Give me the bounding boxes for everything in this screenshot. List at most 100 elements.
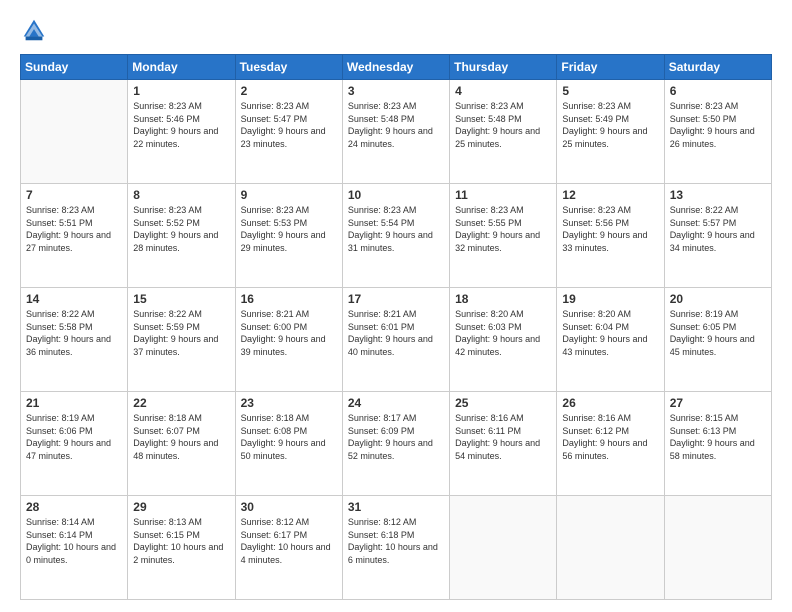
day-info: Sunrise: 8:12 AMSunset: 6:17 PMDaylight:… bbox=[241, 516, 337, 566]
calendar-week-row: 21 Sunrise: 8:19 AMSunset: 6:06 PMDayligh… bbox=[21, 392, 772, 496]
calendar-cell: 18Sunrise: 8:20 AMSunset: 6:03 PMDayligh… bbox=[450, 288, 557, 392]
day-number: 30 bbox=[241, 500, 337, 514]
day-info: Sunrise: 8:13 AMSunset: 6:15 PMDaylight:… bbox=[133, 516, 229, 566]
page: SundayMondayTuesdayWednesdayThursdayFrid… bbox=[0, 0, 792, 612]
calendar-cell: 5 Sunrise: 8:23 AMSunset: 5:49 PMDaylight… bbox=[557, 80, 664, 184]
day-info: Sunrise: 8:12 AMSunset: 6:18 PMDaylight:… bbox=[348, 516, 444, 566]
day-number: 27 bbox=[670, 396, 766, 410]
day-number: 9 bbox=[241, 188, 337, 202]
calendar-cell: 15 Sunrise: 8:22 AMSunset: 5:59 PMDayligh… bbox=[128, 288, 235, 392]
weekday-header-thursday: Thursday bbox=[450, 55, 557, 80]
calendar-cell bbox=[450, 496, 557, 600]
calendar-cell: 10 Sunrise: 8:23 AMSunset: 5:54 PMDayligh… bbox=[342, 184, 449, 288]
day-number: 14 bbox=[26, 292, 122, 306]
day-info: Sunrise: 8:21 AMSunset: 6:00 PMDaylight:… bbox=[241, 308, 337, 358]
calendar-cell: 27 Sunrise: 8:15 AMSunset: 6:13 PMDayligh… bbox=[664, 392, 771, 496]
calendar-cell: 1Sunrise: 8:23 AMSunset: 5:46 PMDaylight… bbox=[128, 80, 235, 184]
day-info: Sunrise: 8:23 AMSunset: 5:56 PMDaylight:… bbox=[562, 204, 658, 254]
day-info: Sunrise: 8:23 AMSunset: 5:50 PMDaylight:… bbox=[670, 100, 766, 150]
day-number: 22 bbox=[133, 396, 229, 410]
calendar-week-row: 28 Sunrise: 8:14 AMSunset: 6:14 PMDayligh… bbox=[21, 496, 772, 600]
calendar-cell: 11 Sunrise: 8:23 AMSunset: 5:55 PMDayligh… bbox=[450, 184, 557, 288]
day-number: 16 bbox=[241, 292, 337, 306]
calendar-cell: 20 Sunrise: 8:19 AMSunset: 6:05 PMDayligh… bbox=[664, 288, 771, 392]
calendar-cell: 24 Sunrise: 8:17 AMSunset: 6:09 PMDayligh… bbox=[342, 392, 449, 496]
day-info: Sunrise: 8:22 AMSunset: 5:59 PMDaylight:… bbox=[133, 308, 229, 358]
day-info: Sunrise: 8:16 AMSunset: 6:11 PMDaylight:… bbox=[455, 412, 551, 462]
day-info: Sunrise: 8:23 AMSunset: 5:49 PMDaylight:… bbox=[562, 100, 658, 150]
day-info: Sunrise: 8:23 AMSunset: 5:52 PMDaylight:… bbox=[133, 204, 229, 254]
day-number: 13 bbox=[670, 188, 766, 202]
day-number: 23 bbox=[241, 396, 337, 410]
day-info: Sunrise: 8:18 AMSunset: 6:08 PMDaylight:… bbox=[241, 412, 337, 462]
calendar-cell bbox=[557, 496, 664, 600]
day-info: Sunrise: 8:14 AMSunset: 6:14 PMDaylight:… bbox=[26, 516, 122, 566]
day-info: Sunrise: 8:19 AMSunset: 6:05 PMDaylight:… bbox=[670, 308, 766, 358]
day-number: 2 bbox=[241, 84, 337, 98]
logo-icon bbox=[20, 16, 48, 44]
calendar-week-row: 1Sunrise: 8:23 AMSunset: 5:46 PMDaylight… bbox=[21, 80, 772, 184]
day-number: 21 bbox=[26, 396, 122, 410]
day-number: 29 bbox=[133, 500, 229, 514]
calendar-cell: 19Sunrise: 8:20 AMSunset: 6:04 PMDayligh… bbox=[557, 288, 664, 392]
day-number: 11 bbox=[455, 188, 551, 202]
day-number: 7 bbox=[26, 188, 122, 202]
day-info: Sunrise: 8:22 AMSunset: 5:57 PMDaylight:… bbox=[670, 204, 766, 254]
calendar-cell: 14 Sunrise: 8:22 AMSunset: 5:58 PMDayligh… bbox=[21, 288, 128, 392]
day-number: 12 bbox=[562, 188, 658, 202]
day-info: Sunrise: 8:23 AMSunset: 5:55 PMDaylight:… bbox=[455, 204, 551, 254]
calendar-cell: 23 Sunrise: 8:18 AMSunset: 6:08 PMDayligh… bbox=[235, 392, 342, 496]
calendar-cell: 9 Sunrise: 8:23 AMSunset: 5:53 PMDaylight… bbox=[235, 184, 342, 288]
calendar-cell: 30 Sunrise: 8:12 AMSunset: 6:17 PMDayligh… bbox=[235, 496, 342, 600]
calendar-cell bbox=[21, 80, 128, 184]
calendar-cell: 4 Sunrise: 8:23 AMSunset: 5:48 PMDaylight… bbox=[450, 80, 557, 184]
calendar-cell: 31 Sunrise: 8:12 AMSunset: 6:18 PMDayligh… bbox=[342, 496, 449, 600]
calendar-cell: 8Sunrise: 8:23 AMSunset: 5:52 PMDaylight… bbox=[128, 184, 235, 288]
weekday-header-row: SundayMondayTuesdayWednesdayThursdayFrid… bbox=[21, 55, 772, 80]
day-info: Sunrise: 8:17 AMSunset: 6:09 PMDaylight:… bbox=[348, 412, 444, 462]
day-info: Sunrise: 8:23 AMSunset: 5:53 PMDaylight:… bbox=[241, 204, 337, 254]
day-info: Sunrise: 8:18 AMSunset: 6:07 PMDaylight:… bbox=[133, 412, 229, 462]
day-number: 10 bbox=[348, 188, 444, 202]
day-info: Sunrise: 8:21 AMSunset: 6:01 PMDaylight:… bbox=[348, 308, 444, 358]
day-info: Sunrise: 8:23 AMSunset: 5:54 PMDaylight:… bbox=[348, 204, 444, 254]
calendar-cell: 22 Sunrise: 8:18 AMSunset: 6:07 PMDayligh… bbox=[128, 392, 235, 496]
day-info: Sunrise: 8:23 AMSunset: 5:48 PMDaylight:… bbox=[348, 100, 444, 150]
calendar-table: SundayMondayTuesdayWednesdayThursdayFrid… bbox=[20, 54, 772, 600]
day-number: 31 bbox=[348, 500, 444, 514]
day-info: Sunrise: 8:23 AMSunset: 5:47 PMDaylight:… bbox=[241, 100, 337, 150]
calendar-cell bbox=[664, 496, 771, 600]
logo bbox=[20, 16, 52, 44]
calendar-cell: 3Sunrise: 8:23 AMSunset: 5:48 PMDaylight… bbox=[342, 80, 449, 184]
day-number: 6 bbox=[670, 84, 766, 98]
day-number: 5 bbox=[562, 84, 658, 98]
day-number: 19 bbox=[562, 292, 658, 306]
day-number: 28 bbox=[26, 500, 122, 514]
calendar-cell: 2 Sunrise: 8:23 AMSunset: 5:47 PMDaylight… bbox=[235, 80, 342, 184]
day-info: Sunrise: 8:19 AMSunset: 6:06 PMDaylight:… bbox=[26, 412, 122, 462]
day-info: Sunrise: 8:16 AMSunset: 6:12 PMDaylight:… bbox=[562, 412, 658, 462]
weekday-header-monday: Monday bbox=[128, 55, 235, 80]
day-info: Sunrise: 8:22 AMSunset: 5:58 PMDaylight:… bbox=[26, 308, 122, 358]
calendar-cell: 12 Sunrise: 8:23 AMSunset: 5:56 PMDayligh… bbox=[557, 184, 664, 288]
calendar-cell: 28 Sunrise: 8:14 AMSunset: 6:14 PMDayligh… bbox=[21, 496, 128, 600]
day-number: 25 bbox=[455, 396, 551, 410]
weekday-header-saturday: Saturday bbox=[664, 55, 771, 80]
day-info: Sunrise: 8:23 AMSunset: 5:51 PMDaylight:… bbox=[26, 204, 122, 254]
day-number: 18 bbox=[455, 292, 551, 306]
day-number: 24 bbox=[348, 396, 444, 410]
day-number: 17 bbox=[348, 292, 444, 306]
day-number: 4 bbox=[455, 84, 551, 98]
calendar-cell: 13 Sunrise: 8:22 AMSunset: 5:57 PMDayligh… bbox=[664, 184, 771, 288]
day-number: 26 bbox=[562, 396, 658, 410]
calendar-week-row: 14 Sunrise: 8:22 AMSunset: 5:58 PMDayligh… bbox=[21, 288, 772, 392]
day-info: Sunrise: 8:15 AMSunset: 6:13 PMDaylight:… bbox=[670, 412, 766, 462]
weekday-header-wednesday: Wednesday bbox=[342, 55, 449, 80]
day-info: Sunrise: 8:23 AMSunset: 5:48 PMDaylight:… bbox=[455, 100, 551, 150]
day-number: 15 bbox=[133, 292, 229, 306]
day-number: 20 bbox=[670, 292, 766, 306]
day-info: Sunrise: 8:23 AMSunset: 5:46 PMDaylight:… bbox=[133, 100, 229, 150]
weekday-header-sunday: Sunday bbox=[21, 55, 128, 80]
weekday-header-friday: Friday bbox=[557, 55, 664, 80]
calendar-cell: 16 Sunrise: 8:21 AMSunset: 6:00 PMDayligh… bbox=[235, 288, 342, 392]
